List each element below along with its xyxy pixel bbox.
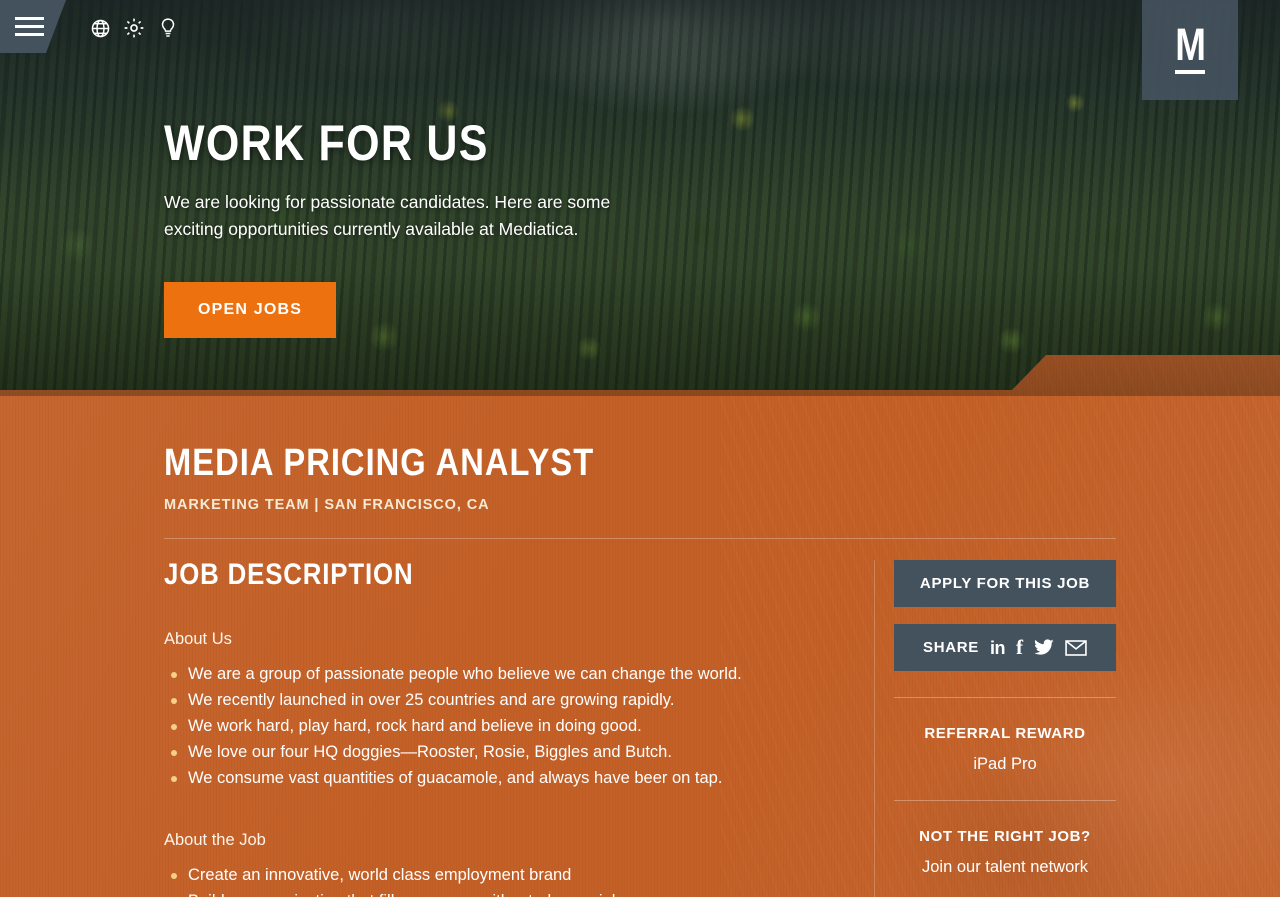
section-label-about-the-job: About the Job xyxy=(164,831,266,850)
list-item: We work hard, play hard, rock hard and b… xyxy=(164,713,864,739)
job-meta: MARKETING TEAM | SAN FRANCISCO, CA xyxy=(164,497,490,513)
referral-reward-value: iPad Pro xyxy=(973,755,1037,773)
share-bar: SHARE in f xyxy=(894,624,1116,671)
not-right-job-block: NOT THE RIGHT JOB? Join our talent netwo… xyxy=(894,828,1116,877)
list-item: We love our four HQ doggies—Rooster, Ros… xyxy=(164,739,864,765)
careers-page: WORK FOR US We are looking for passionat… xyxy=(0,0,1280,897)
list-item: We consume vast quantities of guacamole,… xyxy=(164,765,864,791)
hamburger-menu-icon xyxy=(15,17,44,36)
hero-section: WORK FOR US We are looking for passionat… xyxy=(0,0,1280,396)
referral-reward-block: REFERRAL REWARD iPad Pro xyxy=(894,725,1116,774)
referral-reward-heading: REFERRAL REWARD xyxy=(924,725,1086,742)
hero-subtitle: We are looking for passionate candidates… xyxy=(164,192,611,239)
share-label: SHARE xyxy=(922,639,979,656)
job-title: MEDIA PRICING ANALYST xyxy=(164,442,595,484)
hero-title: WORK FOR US xyxy=(164,115,489,171)
list-item: Build an organization that fills every r… xyxy=(164,888,864,897)
about-the-job-bullet-list: Create an innovative, world class employ… xyxy=(164,862,864,897)
section-label-about-us: About Us xyxy=(164,630,232,648)
twitter-icon[interactable] xyxy=(1034,639,1054,656)
apply-for-this-job-button[interactable]: APPLY FOR THIS JOB xyxy=(894,560,1116,607)
job-description-column: JOB DESCRIPTION About Us We are a group … xyxy=(164,560,864,897)
sidebar-divider-2 xyxy=(894,800,1116,801)
open-jobs-button[interactable]: OPEN JOBS xyxy=(164,282,337,339)
sidebar-vertical-divider xyxy=(874,560,875,897)
gear-icon[interactable] xyxy=(120,14,148,42)
logo-letter: M xyxy=(1175,19,1206,71)
not-right-job-heading: NOT THE RIGHT JOB? xyxy=(919,828,1091,845)
talent-network-link[interactable]: Join our talent network xyxy=(894,858,1116,877)
email-icon[interactable] xyxy=(1065,639,1087,656)
job-detail-panel: MEDIA PRICING ANALYST MARKETING TEAM | S… xyxy=(0,355,1280,897)
about-us-bullet-list: We are a group of passionate people who … xyxy=(164,661,864,791)
top-icon-bar xyxy=(86,14,182,42)
facebook-icon[interactable]: f xyxy=(1016,637,1023,658)
list-item: Create an innovative, world class employ… xyxy=(164,862,864,888)
sidebar-divider-1 xyxy=(894,697,1116,698)
list-item: We are a group of passionate people who … xyxy=(164,661,864,687)
linkedin-icon[interactable]: in xyxy=(990,639,1006,657)
lightbulb-icon[interactable] xyxy=(154,14,182,42)
list-item: We recently launched in over 25 countrie… xyxy=(164,687,864,713)
job-sidebar: APPLY FOR THIS JOB SHARE in f REFERRAL R… xyxy=(894,560,1116,877)
globe-icon[interactable] xyxy=(86,14,114,42)
hero-content: WORK FOR US We are looking for passionat… xyxy=(164,115,804,339)
job-description-heading: JOB DESCRIPTION xyxy=(164,558,414,591)
section-divider xyxy=(164,538,1116,539)
company-logo[interactable]: M xyxy=(1142,0,1238,100)
